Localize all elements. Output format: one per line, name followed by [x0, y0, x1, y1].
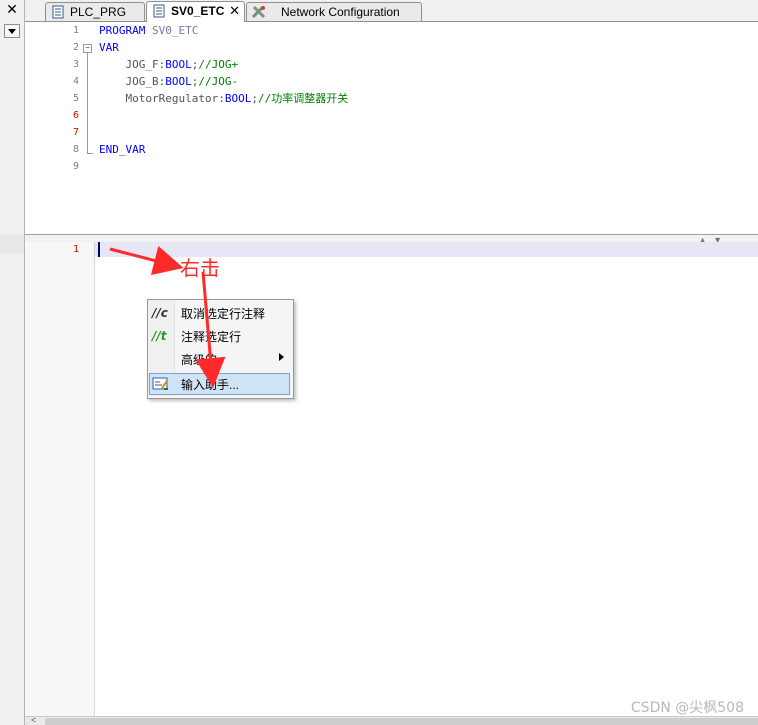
- close-icon[interactable]: ✕: [4, 2, 20, 18]
- tab-sv0-etc[interactable]: SV0_ETC ✕: [146, 1, 245, 22]
- line-number: 4: [72, 76, 79, 87]
- menu-item-label: 取消选定行注释: [181, 307, 266, 321]
- tab-label: PLC_PRG: [70, 5, 127, 19]
- line-number: 9: [72, 161, 79, 172]
- line-number: 2: [72, 42, 79, 53]
- text-caret: [98, 242, 100, 257]
- line-number: 5: [72, 93, 79, 104]
- context-menu: //c 取消选定行注释 //t 注释选定行 高级的 输入助手...: [147, 299, 294, 399]
- menu-item-uncomment-selected-lines[interactable]: //c 取消选定行注释: [149, 302, 290, 324]
- code-line: MotorRegulator:BOOL;//功率调整器开关: [99, 90, 348, 107]
- line-number: 7: [72, 127, 79, 138]
- menu-item-advanced[interactable]: 高级的: [149, 348, 290, 370]
- code-token: ;: [251, 92, 258, 105]
- code-line: JOG_B:BOOL;//JOG-: [99, 73, 238, 90]
- tab-label: Network Configuration: [281, 5, 400, 19]
- ide-window: ✕ PLC_PRG SV0_ETC ✕ Network Configuratio…: [0, 0, 758, 725]
- implementation-gutter: [25, 242, 94, 716]
- declaration-gutter: 1 2 3 4 5 6 7 8 9 −: [25, 22, 94, 235]
- declaration-editor[interactable]: PROGRAM SV0_ETC VAR JOG_F:BOOL;//JOG+ JOG…: [94, 22, 758, 235]
- code-token: SV0_ETC: [151, 24, 199, 37]
- annotation-label: 右击: [180, 256, 220, 280]
- tab-label: SV0_ETC: [171, 4, 225, 18]
- input-assistant-icon: [152, 377, 168, 390]
- code-token: PROGRAM: [99, 24, 152, 37]
- network-config-icon: [251, 5, 266, 19]
- line-number: 3: [72, 59, 79, 70]
- code-line: END_VAR: [99, 141, 145, 158]
- fold-guide-end: [87, 153, 93, 154]
- code-token: JOG_B:: [99, 75, 166, 88]
- horizontal-scrollbar[interactable]: <: [25, 715, 758, 725]
- fold-toggle-icon[interactable]: −: [83, 44, 92, 53]
- tab-network-configuration[interactable]: Network Configuration: [246, 2, 422, 21]
- code-line: VAR: [99, 39, 119, 56]
- menu-item-comment-selected-lines[interactable]: //t 注释选定行: [149, 325, 290, 347]
- fold-guide: [87, 53, 88, 153]
- code-token: JOG_F:: [99, 58, 166, 71]
- code-token: BOOL: [165, 75, 192, 88]
- scrollbar-thumb[interactable]: [45, 718, 758, 725]
- line-number: 8: [72, 144, 79, 155]
- chevron-down-icon[interactable]: [4, 24, 20, 38]
- menu-item-input-assistant[interactable]: 输入助手...: [149, 373, 290, 395]
- tab-plc-prg[interactable]: PLC_PRG: [45, 2, 145, 21]
- menu-item-label: 注释选定行: [181, 330, 242, 344]
- editor-tab-bar: PLC_PRG SV0_ETC ✕ Network Configuration: [25, 0, 758, 22]
- code-line: JOG_F:BOOL;//JOG+: [99, 56, 238, 73]
- watermark: CSDN @尖枫508: [630, 700, 744, 716]
- scroll-left-icon[interactable]: <: [31, 715, 36, 725]
- code-token: MotorRegulator:: [99, 92, 225, 105]
- document-icon: [153, 4, 165, 18]
- line-number: 6: [72, 110, 79, 121]
- uncomment-icon: //c: [152, 306, 168, 320]
- code-token: //功率调整器开关: [257, 92, 349, 105]
- code-token: END_VAR: [99, 143, 146, 156]
- code-token: BOOL: [165, 58, 192, 71]
- menu-item-label: 输入助手...: [181, 378, 240, 392]
- left-strip-divider: [0, 234, 24, 254]
- comment-icon: //t: [152, 329, 167, 343]
- submenu-arrow-icon: [279, 353, 284, 361]
- menu-item-label: 高级的: [181, 353, 218, 367]
- line-number: 1: [72, 25, 79, 36]
- code-token: VAR: [99, 41, 119, 54]
- close-icon[interactable]: ✕: [229, 2, 240, 20]
- line-number: 1: [72, 244, 79, 255]
- code-token: //JOG+: [198, 58, 239, 71]
- document-icon: [52, 5, 64, 19]
- code-token: BOOL: [224, 92, 252, 105]
- code-line: PROGRAM SV0_ETC: [99, 22, 198, 39]
- code-token: //JOG-: [198, 75, 239, 88]
- left-panel-strip: ✕: [0, 0, 25, 725]
